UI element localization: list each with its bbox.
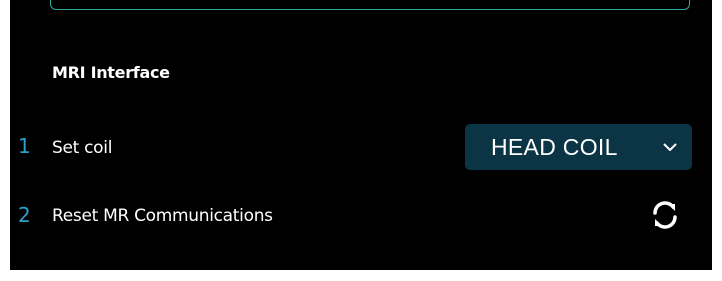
section-title: MRI Interface — [52, 63, 170, 82]
top-accent-border — [50, 0, 690, 10]
chevron-down-icon — [663, 143, 677, 151]
coil-select[interactable]: HEAD COIL — [465, 124, 692, 170]
step-number-2: 2 — [18, 203, 31, 227]
refresh-icon — [653, 201, 677, 229]
step-number-1: 1 — [18, 134, 31, 158]
coil-select-value: HEAD COIL — [491, 134, 618, 160]
set-coil-label: Set coil — [52, 138, 113, 158]
mri-interface-panel: MRI Interface 1 Set coil HEAD COIL 2 Res… — [10, 0, 712, 270]
reset-mr-communications-label: Reset MR Communications — [52, 206, 273, 226]
reset-mr-communications-button[interactable] — [648, 198, 682, 232]
